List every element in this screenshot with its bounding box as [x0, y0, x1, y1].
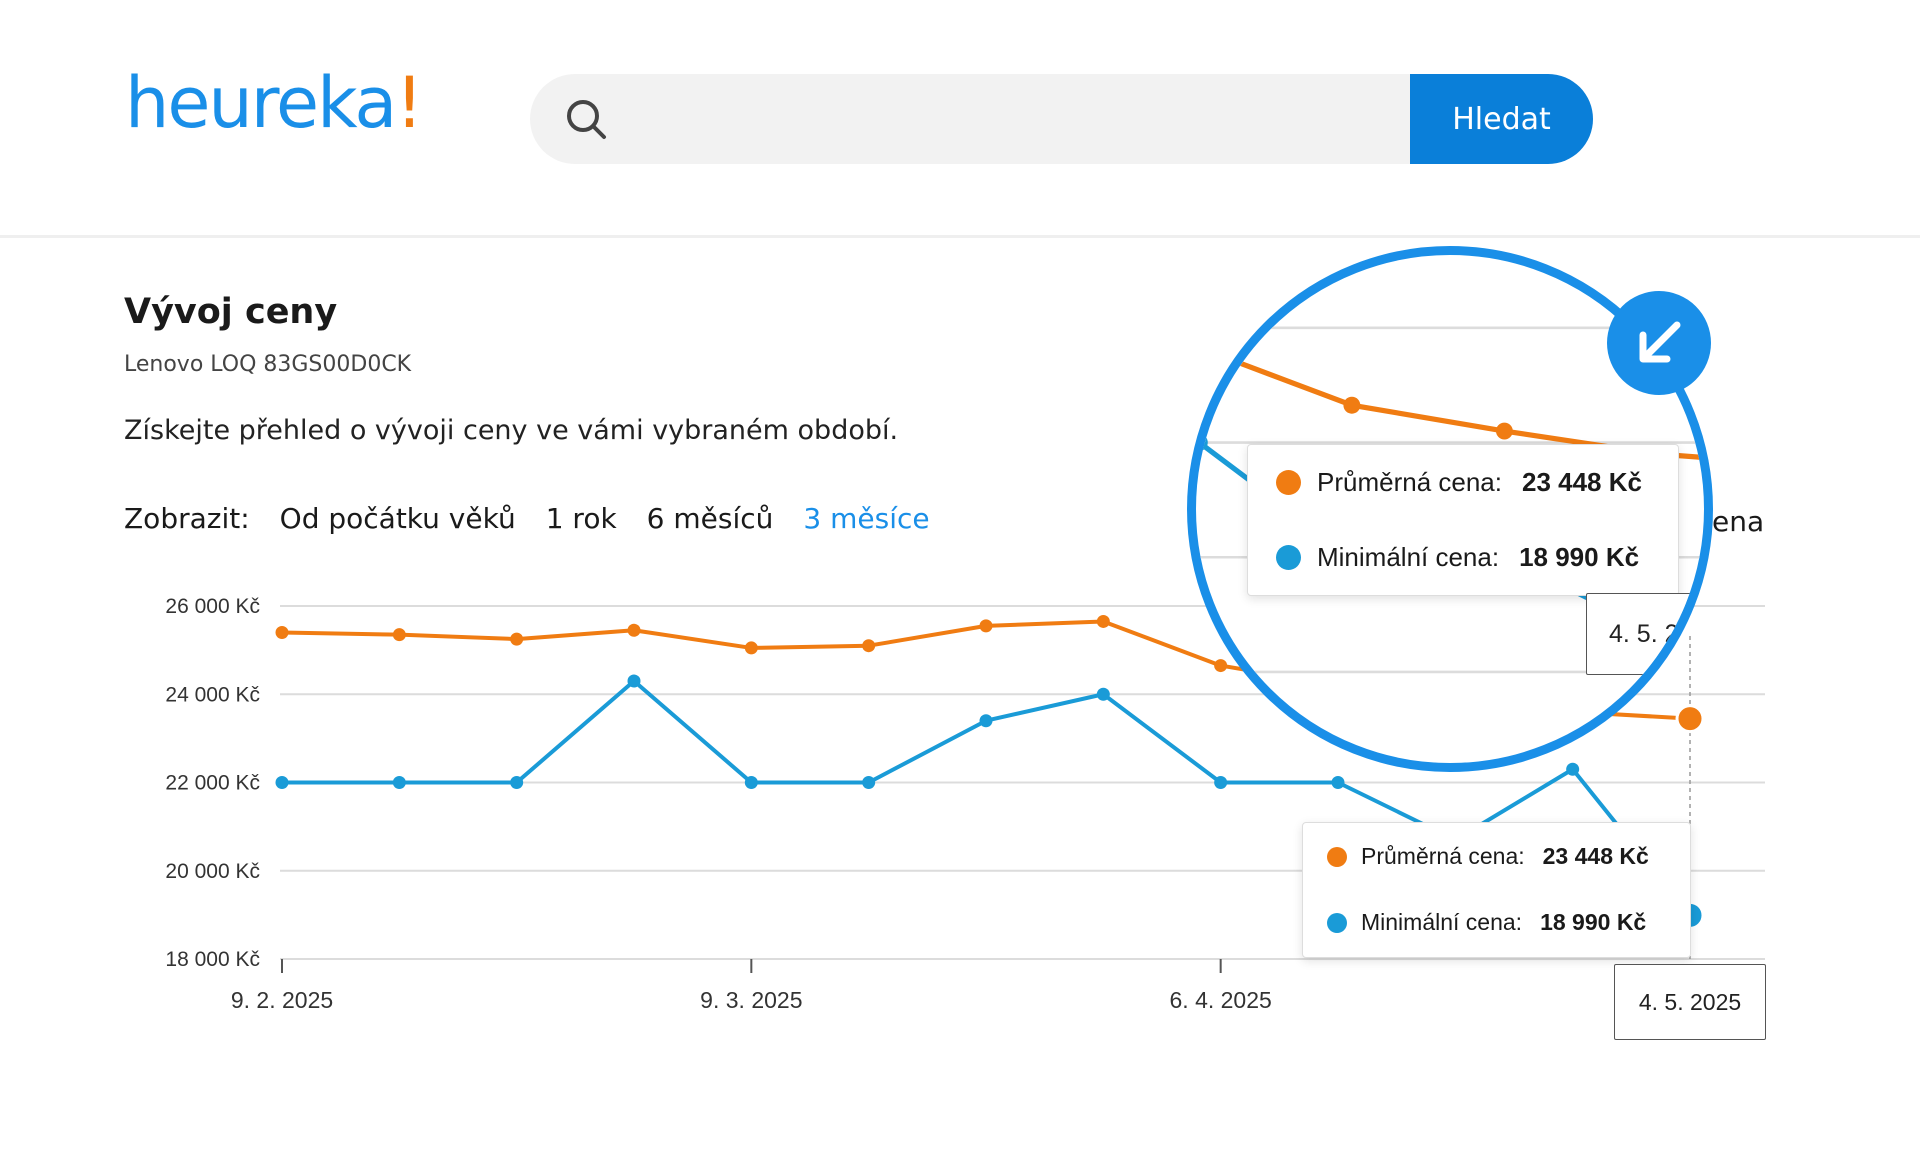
data-point-min: [1331, 776, 1345, 789]
tooltip-date: 4. 5. 2025: [1614, 964, 1766, 1040]
data-point-avg: [862, 639, 876, 653]
zoom-data-point: [1196, 339, 1208, 357]
data-point-min: [275, 776, 289, 789]
x-tick-label: 9. 2. 2025: [231, 987, 333, 1013]
data-point-min: [510, 776, 524, 789]
y-tick-label: 20 000 Kč: [165, 860, 260, 883]
data-point-min: [1096, 687, 1110, 701]
data-point-avg: [392, 628, 406, 642]
data-point-min: [392, 776, 406, 789]
section-description: Získejte přehled o vývoji ceny ve vámi v…: [124, 415, 899, 446]
data-point-min: [744, 776, 758, 789]
data-point-min: [627, 674, 641, 688]
y-tick-label: 22 000 Kč: [165, 772, 260, 795]
tooltip-min-value: 18 990 Kč: [1540, 909, 1647, 935]
page-title: Vývoj ceny: [124, 292, 338, 332]
avg-dot-icon: [1327, 846, 1347, 867]
period-filter: Zobrazit: Od počátku věků 1 rok 6 měsíců…: [124, 502, 960, 535]
zoom-min-value: 18 990 Kč: [1519, 542, 1640, 572]
filter-option-3-months[interactable]: 3 měsíce: [803, 502, 929, 535]
header-divider: [0, 235, 1920, 238]
filter-option-6-months[interactable]: 6 měsíců: [647, 502, 774, 535]
logo-mark: !: [395, 62, 423, 144]
zoom-avg-label: Průměrná cena:: [1317, 467, 1502, 497]
search-icon: [567, 100, 606, 139]
logo-text: heureka: [125, 62, 397, 144]
zoom-tooltip-date: 4. 5. 2: [1586, 593, 1704, 675]
data-point-min: [862, 776, 876, 789]
x-tick-label: 9. 3. 2025: [700, 987, 802, 1013]
x-tick-label: 6. 4. 2025: [1170, 987, 1272, 1013]
y-tick-label: 18 000 Kč: [165, 948, 260, 971]
filter-option-1-year[interactable]: 1 rok: [546, 502, 617, 535]
zoom-data-point: [1343, 396, 1361, 414]
min-dot-icon: [1327, 912, 1347, 933]
search-bar: Hledat: [530, 74, 1593, 164]
data-point-avg: [1096, 614, 1110, 628]
tooltip-min-label: Minimální cena:: [1361, 909, 1523, 935]
data-point-min: [979, 714, 993, 728]
collapse-zoom-button[interactable]: [1607, 291, 1711, 395]
filter-label: Zobrazit:: [124, 502, 250, 535]
zoom-avg-dot-icon: [1276, 470, 1301, 495]
data-point-avg: [979, 619, 993, 633]
data-point-min: [1566, 762, 1580, 776]
data-point-avg: [627, 623, 641, 637]
search-input[interactable]: [630, 74, 1414, 164]
filter-option-all[interactable]: Od počátku věků: [280, 502, 516, 535]
data-point-avg: [744, 641, 758, 655]
tooltip-avg-value: 23 448 Kč: [1542, 843, 1649, 869]
y-tick-label: 26 000 Kč: [165, 595, 260, 618]
zoom-min-dot-icon: [1276, 545, 1301, 570]
zoom-tooltip: Průměrná cena: 23 448 Kč Minimální cena:…: [1247, 444, 1679, 596]
data-point-avg: [275, 625, 289, 639]
data-point-avg: [510, 632, 524, 646]
zoom-avg-value: 23 448 Kč: [1521, 467, 1642, 497]
zoom-legend-fragment: ena: [1712, 505, 1765, 538]
zoom-data-point: [1196, 434, 1208, 451]
arrow-down-left-icon: [1639, 321, 1681, 363]
heureka-logo[interactable]: heureka!: [125, 68, 423, 138]
data-point-min: [1214, 776, 1228, 789]
zoom-data-point: [1495, 422, 1513, 440]
product-name: Lenovo LOQ 83GS00D0CK: [124, 352, 412, 377]
zoom-min-label: Minimální cena:: [1317, 542, 1500, 572]
tooltip-avg-label: Průměrná cena:: [1361, 843, 1525, 869]
y-tick-label: 24 000 Kč: [165, 683, 260, 706]
chart-tooltip: Průměrná cena: 23 448 Kč Minimální cena:…: [1302, 822, 1691, 958]
search-button[interactable]: Hledat: [1410, 74, 1593, 164]
